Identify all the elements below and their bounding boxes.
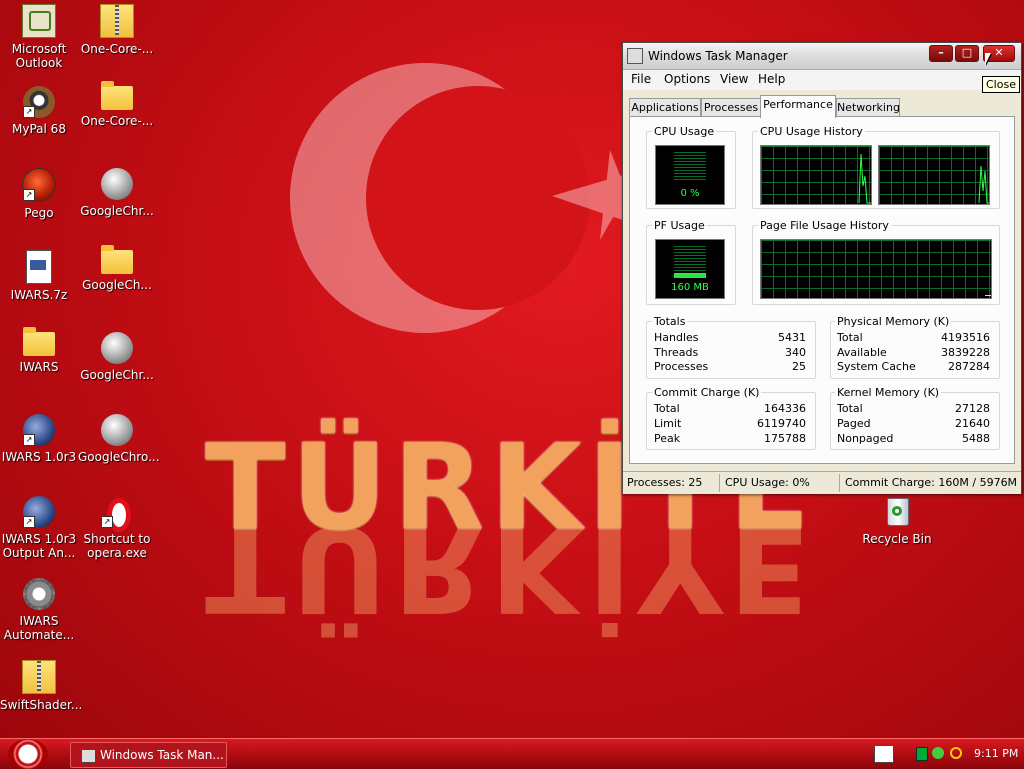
menu-bar: File Options View Help (623, 70, 1021, 90)
cpu-history-graph-core-1 (760, 145, 872, 205)
desktop-icon-opera-shortcut[interactable]: ↗ Shortcut to opera.exe (78, 496, 156, 560)
desktop-icon-recycle-bin[interactable]: Recycle Bin (858, 496, 936, 546)
desktop-icon-iwars-7z[interactable]: IWARS.7z (0, 250, 78, 302)
archive-file-icon (26, 250, 52, 284)
opera-icon: ↗ (101, 496, 133, 532)
desktop-icon-googlechro[interactable]: GoogleChro... (78, 414, 160, 464)
cpu-history-label: CPU Usage History (758, 125, 865, 138)
cpu-usage-value: 0 % (680, 188, 700, 199)
menu-view[interactable]: View (720, 72, 748, 86)
folder-icon (101, 245, 133, 274)
search-icon[interactable] (950, 747, 962, 759)
pf-usage-label: PF Usage (652, 219, 707, 232)
start-button[interactable] (8, 739, 48, 769)
status-processes: Processes: 25 (627, 476, 703, 489)
wallpaper-title-reflection: TÜRKİYE (205, 500, 816, 638)
cpu-history-graph-core-2 (878, 145, 990, 205)
desktop-icon-iwars-1-0r3[interactable]: ↗ IWARS 1.0r3 (0, 414, 78, 464)
desktop-icon-googlechr-1[interactable]: GoogleChr... (78, 168, 156, 218)
folder-icon (101, 81, 133, 110)
desktop-icon-googlech-folder[interactable]: GoogleCh... (78, 245, 156, 292)
status-cpu-usage: CPU Usage: 0% (725, 476, 810, 489)
desktop-icon-one-core-zip[interactable]: One-Core-... (78, 4, 156, 56)
menu-help[interactable]: Help (758, 72, 785, 86)
clock[interactable]: 9:11 PM (974, 747, 1018, 760)
desktop-icon-iwars-automate[interactable]: IWARS Automate... (0, 578, 78, 642)
outlook-icon (22, 4, 56, 38)
mypal-icon: ↗ (23, 86, 55, 118)
network-icon[interactable] (932, 747, 944, 759)
desktop-icon-iwars-output[interactable]: ↗ IWARS 1.0r3 Output An... (0, 496, 78, 560)
task-manager-app-icon (627, 48, 643, 64)
desktop-icon-pego[interactable]: ↗ Pego (0, 168, 78, 220)
desktop-icon-mypal[interactable]: ↗ MyPal 68 (0, 86, 78, 136)
menu-options[interactable]: Options (664, 72, 710, 86)
status-commit-charge: Commit Charge: 160M / 5976M (845, 476, 1017, 489)
desktop-icon-microsoft-outlook[interactable]: Microsoft Outlook (0, 4, 78, 70)
task-manager-small-icon (81, 748, 96, 763)
taskbar-item-task-manager[interactable]: Windows Task Man... (70, 742, 227, 768)
folder-icon (23, 327, 55, 356)
chrome-ball-icon (101, 168, 133, 200)
menu-file[interactable]: File (631, 72, 651, 86)
tab-performance[interactable]: Performance (760, 95, 836, 118)
tab-strip: Applications Processes Performance Netwo… (629, 95, 1015, 118)
cpu-usage-label: CPU Usage (652, 125, 717, 138)
zip-folder-icon (22, 660, 56, 694)
gear-icon (23, 578, 55, 610)
totals-label: Totals (652, 315, 688, 328)
iwars-icon: ↗ (23, 496, 55, 528)
window-title: Windows Task Manager (648, 49, 788, 63)
zip-folder-icon (100, 4, 134, 38)
tab-networking[interactable]: Networking (836, 98, 900, 117)
chrome-ball-icon (101, 332, 133, 364)
performance-panel: CPU Usage 0 % CPU Usage History PF Usage… (629, 116, 1015, 464)
physical-memory-label: Physical Memory (K) (835, 315, 952, 328)
pf-usage-value: 160 MB (671, 282, 709, 293)
cpu-usage-meter: 0 % (655, 145, 725, 205)
status-bar: Processes: 25 CPU Usage: 0% Commit Charg… (623, 471, 1021, 494)
keyboard-icon[interactable] (874, 745, 894, 763)
tab-processes[interactable]: Processes (701, 98, 761, 117)
desktop-icon-one-core-folder[interactable]: One-Core-... (78, 81, 156, 128)
desktop-icon-swiftshader[interactable]: SwiftShader... (0, 660, 82, 712)
close-tooltip: Close (982, 76, 1020, 93)
recycle-bin-icon (881, 496, 913, 528)
task-manager-tray-icon[interactable] (916, 747, 928, 761)
pf-history-graph (760, 239, 992, 299)
kernel-memory-label: Kernel Memory (K) (835, 386, 942, 399)
maximize-button[interactable]: □ (955, 45, 979, 62)
title-bar[interactable]: Windows Task Manager – □ ✕ (623, 43, 1021, 70)
pf-usage-meter: 160 MB (655, 239, 725, 299)
pf-history-label: Page File Usage History (758, 219, 891, 232)
pego-icon: ↗ (22, 168, 56, 202)
minimize-button[interactable]: – (929, 45, 953, 62)
mouse-cursor (985, 53, 991, 65)
desktop-icon-iwars-folder[interactable]: IWARS (0, 327, 78, 374)
chrome-ball-icon (101, 414, 133, 446)
tab-applications[interactable]: Applications (629, 98, 701, 117)
iwars-icon: ↗ (23, 414, 55, 446)
taskbar: Windows Task Man... 9:11 PM (0, 738, 1024, 769)
task-manager-window: Windows Task Manager – □ ✕ File Options … (622, 42, 1022, 494)
desktop-icon-googlechr-2[interactable]: GoogleChr... (78, 332, 156, 382)
commit-charge-label: Commit Charge (K) (652, 386, 762, 399)
